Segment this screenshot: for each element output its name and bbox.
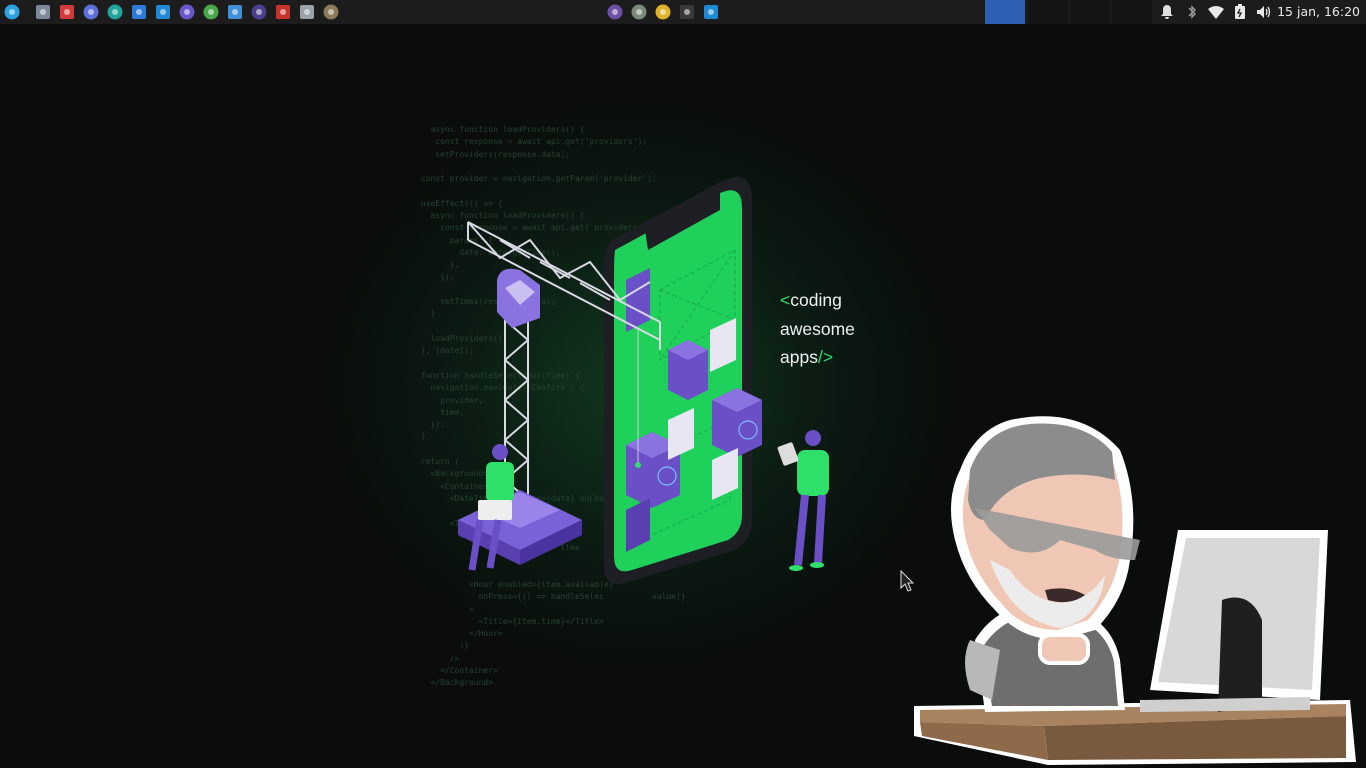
cartoon-developer-avatar (914, 416, 1356, 765)
purple-cube-2 (712, 388, 762, 457)
vscode-window-icon[interactable] (702, 3, 720, 21)
inkscape-icon[interactable] (298, 3, 316, 21)
face-illustration (951, 416, 1140, 665)
tagline-line-1: coding (790, 290, 842, 310)
folder-window-icon[interactable] (678, 3, 696, 21)
round-app-icon[interactable] (178, 3, 196, 21)
tor-window-icon[interactable] (606, 3, 624, 21)
tagline-line-3: apps (780, 347, 818, 368)
volume-icon[interactable] (1256, 4, 1272, 20)
tagline-bracket-open: < (780, 290, 791, 310)
app-red-icon[interactable] (58, 3, 76, 21)
gimp-icon[interactable] (322, 3, 340, 21)
app-window-icon[interactable] (630, 3, 648, 21)
bluetooth-icon[interactable] (1184, 4, 1200, 20)
vscode-icon[interactable] (154, 3, 172, 21)
tagline-line-2: awesome (780, 318, 855, 339)
box-icon[interactable] (226, 3, 244, 21)
phone-illustration (604, 176, 762, 584)
battery-icon[interactable] (1232, 4, 1248, 20)
filezilla-icon[interactable] (274, 3, 292, 21)
purple-cube-1 (668, 340, 708, 400)
notification-icon[interactable] (1159, 4, 1175, 20)
start-menu-icon[interactable] (3, 3, 21, 21)
eclipse-icon[interactable] (250, 3, 268, 21)
compass-icon[interactable] (82, 3, 100, 21)
clock[interactable]: 15 jan, 16:20 (1277, 4, 1360, 19)
chrome-window-icon[interactable] (654, 3, 672, 21)
tagline: <coding awesome apps/> (780, 286, 855, 372)
workspace-1[interactable] (985, 0, 1025, 24)
vm-icon[interactable] (130, 3, 148, 21)
mouse-cursor-icon (900, 570, 915, 592)
workspace-2[interactable] (1028, 0, 1068, 24)
standing-developer-illustration (777, 430, 829, 571)
monitor-illustration (1140, 530, 1328, 712)
workspace-4[interactable] (1112, 0, 1152, 24)
tagline-bracket-close: /> (817, 347, 834, 368)
workspace-3[interactable] (1070, 0, 1110, 24)
mongodb-icon[interactable] (202, 3, 220, 21)
wifi-icon[interactable] (1208, 4, 1224, 20)
teal-app-icon[interactable] (106, 3, 124, 21)
top-panel: 15 jan, 16:20 (0, 0, 1366, 25)
file-manager-icon[interactable] (34, 3, 52, 21)
